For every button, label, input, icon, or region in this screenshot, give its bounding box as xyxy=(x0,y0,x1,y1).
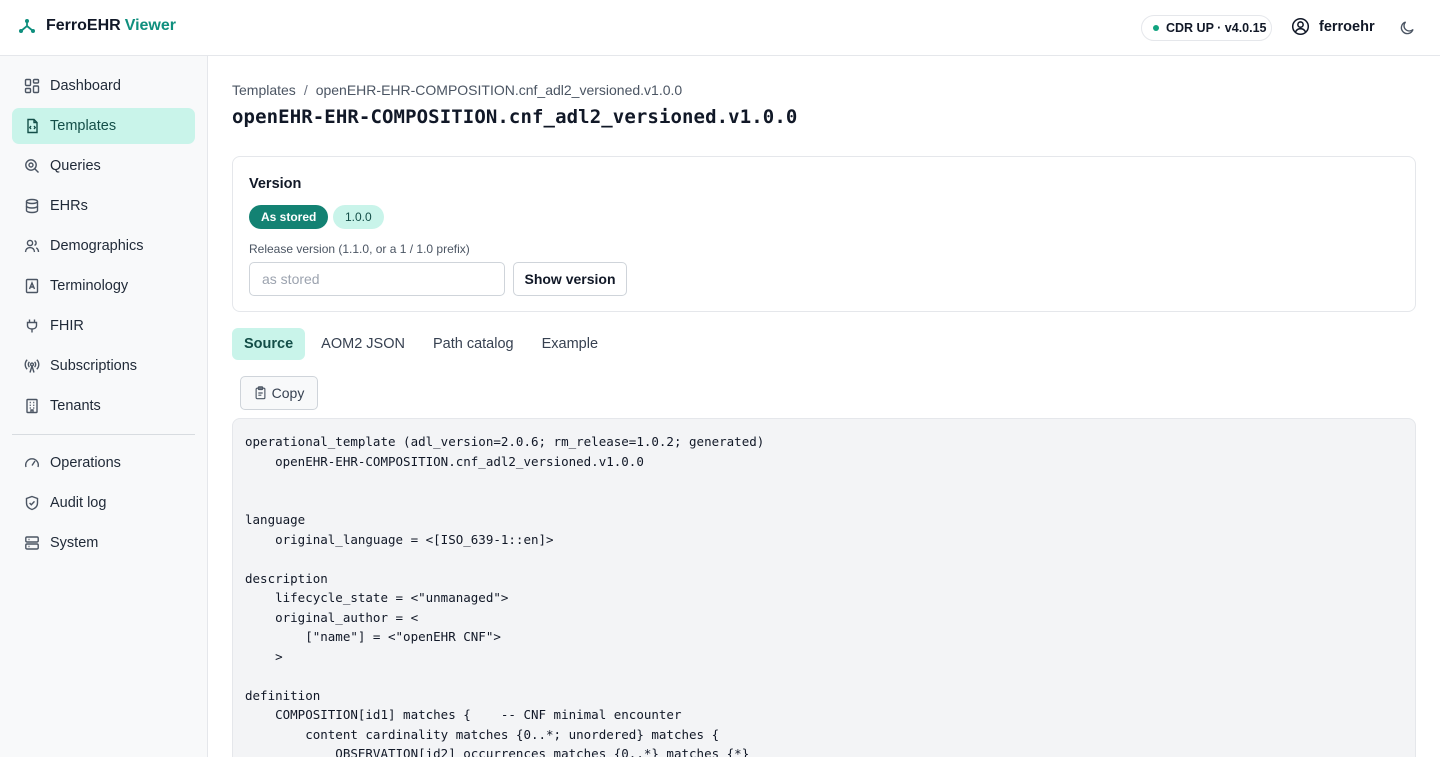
cdr-status-badge: CDR UP · v4.0.15 xyxy=(1141,15,1272,41)
shield-icon xyxy=(25,495,39,511)
sidebar-item-fhir[interactable]: FHIR xyxy=(12,308,195,344)
building-icon xyxy=(26,398,38,414)
breadcrumb: Templates / openEHR-EHR-COMPOSITION.cnf_… xyxy=(232,82,682,98)
dashboard-icon xyxy=(24,78,40,94)
version-number-chip[interactable]: 1.0.0 xyxy=(333,205,384,229)
sidebar-item-queries[interactable]: Queries xyxy=(12,148,195,184)
sidebar-item-demographics[interactable]: Demographics xyxy=(12,228,195,264)
release-version-input[interactable] xyxy=(249,262,505,296)
sidebar-item-label: Dashboard xyxy=(50,78,121,94)
sidebar-item-templates[interactable]: Templates xyxy=(12,108,195,144)
sidebar-divider xyxy=(12,434,195,435)
sidebar-item-dashboard[interactable]: Dashboard xyxy=(12,68,195,104)
brand-name: FerroEHR xyxy=(46,17,121,34)
sidebar-item-label: Demographics xyxy=(50,238,144,254)
sidebar: Dashboard Templates Queries EHRs Demogra… xyxy=(0,56,208,757)
sidebar-item-label: Tenants xyxy=(50,398,101,414)
sidebar-item-subscriptions[interactable]: Subscriptions xyxy=(12,348,195,384)
sidebar-item-label: Operations xyxy=(50,455,121,471)
user-menu[interactable]: ferroehr xyxy=(1291,17,1375,36)
logo-icon xyxy=(19,19,35,33)
database-icon xyxy=(25,198,39,214)
breadcrumb-current: openEHR-EHR-COMPOSITION.cnf_adl2_version… xyxy=(315,82,683,98)
sidebar-item-label: System xyxy=(50,535,99,551)
sidebar-item-operations[interactable]: Operations xyxy=(12,445,195,481)
version-card-title: Version xyxy=(249,176,302,192)
status-dot-icon xyxy=(1153,25,1159,31)
book-icon xyxy=(25,278,39,294)
template-source-code: operational_template (adl_version=2.0.6;… xyxy=(245,434,765,757)
copy-button[interactable]: Copy xyxy=(240,376,318,410)
sidebar-item-label: Subscriptions xyxy=(50,358,138,374)
sidebar-item-tenants[interactable]: Tenants xyxy=(12,388,195,424)
sidebar-item-label: EHRs xyxy=(50,198,88,214)
brand-accent: Viewer xyxy=(124,17,176,34)
release-version-label: Release version (1.1.0, or a 1 / 1.0 pre… xyxy=(249,242,470,256)
tab-example[interactable]: Example xyxy=(530,328,610,360)
page-title: openEHR-EHR-COMPOSITION.cnf_adl2_version… xyxy=(232,106,798,128)
top-bar: FerroEHR Viewer CDR UP · v4.0.15 ferroehr xyxy=(0,0,1440,56)
brand-logo[interactable]: FerroEHR Viewer xyxy=(18,17,176,35)
template-file-icon xyxy=(27,118,38,134)
sidebar-item-terminology[interactable]: Terminology xyxy=(12,268,195,304)
copy-button-label: Copy xyxy=(271,385,305,401)
server-icon xyxy=(25,536,39,550)
source-code-panel: operational_template (adl_version=2.0.6;… xyxy=(232,418,1416,757)
username-label: ferroehr xyxy=(1319,18,1375,35)
as-stored-chip[interactable]: As stored xyxy=(249,205,329,229)
template-tabs: Source AOM2 JSON Path catalog Example xyxy=(232,328,614,360)
search-icon xyxy=(25,159,39,173)
moon-icon[interactable] xyxy=(1399,19,1416,36)
breadcrumb-root-link[interactable]: Templates xyxy=(232,82,296,98)
sidebar-item-label: FHIR xyxy=(50,318,84,334)
tab-aom2-json[interactable]: AOM2 JSON xyxy=(309,328,417,360)
sidebar-item-label: Audit log xyxy=(50,495,107,511)
user-circle-icon xyxy=(1291,17,1310,36)
sidebar-item-label: Queries xyxy=(50,158,101,174)
users-icon xyxy=(24,239,40,253)
tab-source[interactable]: Source xyxy=(232,328,306,360)
sidebar-item-system[interactable]: System xyxy=(12,525,195,561)
sidebar-item-audit-log[interactable]: Audit log xyxy=(12,485,195,521)
sidebar-item-label: Terminology xyxy=(50,278,129,294)
plug-icon xyxy=(26,319,38,333)
broadcast-icon xyxy=(24,359,40,373)
sidebar-item-ehrs[interactable]: EHRs xyxy=(12,188,195,224)
show-version-button[interactable]: Show version xyxy=(513,262,627,296)
tab-path-catalog[interactable]: Path catalog xyxy=(421,328,526,360)
sidebar-item-label: Templates xyxy=(50,118,117,134)
cdr-status-text: CDR UP · v4.0.15 xyxy=(1166,21,1267,35)
breadcrumb-separator: / xyxy=(303,82,308,98)
version-card: Version As stored 1.0.0 Release version … xyxy=(232,156,1416,312)
clipboard-icon xyxy=(255,386,266,400)
gauge-icon xyxy=(25,458,39,468)
